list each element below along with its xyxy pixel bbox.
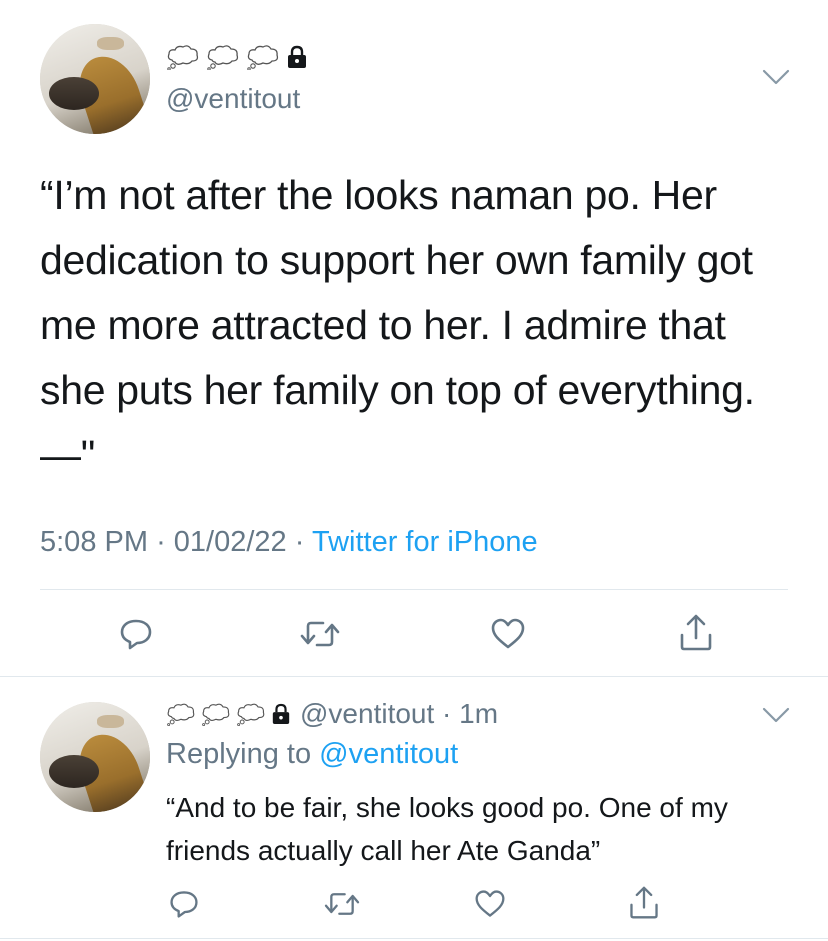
thought-balloon-icon: [167, 703, 195, 726]
comment-bubble-icon: [120, 619, 152, 650]
retweet-icon: [324, 893, 360, 915]
chevron-down-icon[interactable]: [762, 68, 790, 86]
replying-mention-link[interactable]: @ventitout: [319, 738, 458, 770]
reply-button[interactable]: [114, 612, 158, 656]
thought-balloon-icon: [247, 45, 279, 70]
tweet-source-link[interactable]: Twitter for iPhone: [312, 526, 538, 558]
like-button[interactable]: [470, 884, 510, 924]
meta-separator: ·: [156, 526, 166, 558]
chevron-down-icon[interactable]: [762, 706, 790, 724]
share-button[interactable]: [674, 610, 718, 656]
reply-display-name[interactable]: @ventitout · 1m: [166, 698, 498, 730]
thought-balloon-icon: [167, 45, 199, 70]
lock-icon: [288, 45, 306, 68]
share-icon: [680, 614, 712, 651]
retweet-button[interactable]: [296, 612, 344, 656]
comment-bubble-icon: [170, 891, 198, 918]
retweet-icon: [300, 621, 340, 647]
divider: [0, 676, 828, 677]
reply-avatar[interactable]: [40, 702, 150, 812]
divider: [0, 938, 828, 939]
lock-icon: [272, 703, 290, 724]
retweet-button[interactable]: [320, 884, 364, 924]
main-display-name[interactable]: [166, 44, 308, 70]
divider: [40, 589, 788, 590]
share-icon: [630, 886, 658, 919]
thought-balloon-icon: [237, 703, 265, 726]
reply-handle-time[interactable]: @ventitout · 1m: [300, 698, 498, 730]
heart-icon: [491, 618, 525, 649]
tweet-date: 01/02/22: [173, 526, 287, 558]
tweet-meta: 5:08 PM · 01/02/22 · Twitter for iPhone: [40, 526, 538, 559]
share-button[interactable]: [624, 882, 664, 924]
main-tweet-text: “I’m not after the looks naman po. Her d…: [40, 172, 755, 478]
main-avatar[interactable]: [40, 24, 150, 134]
thought-balloon-icon: [202, 703, 230, 726]
reply-button[interactable]: [164, 884, 204, 924]
main-handle[interactable]: @ventitout: [166, 83, 300, 115]
thought-balloon-icon: [207, 45, 239, 70]
replying-prefix: Replying to: [166, 738, 320, 770]
like-button[interactable]: [486, 612, 530, 656]
reply-tweet-text: “And to be fair, she looks good po. One …: [166, 792, 728, 866]
meta-separator: ·: [294, 526, 305, 558]
replying-to: Replying to @ventitout: [166, 738, 458, 771]
heart-icon: [475, 890, 505, 917]
tweet-time: 5:08 PM: [40, 526, 148, 558]
